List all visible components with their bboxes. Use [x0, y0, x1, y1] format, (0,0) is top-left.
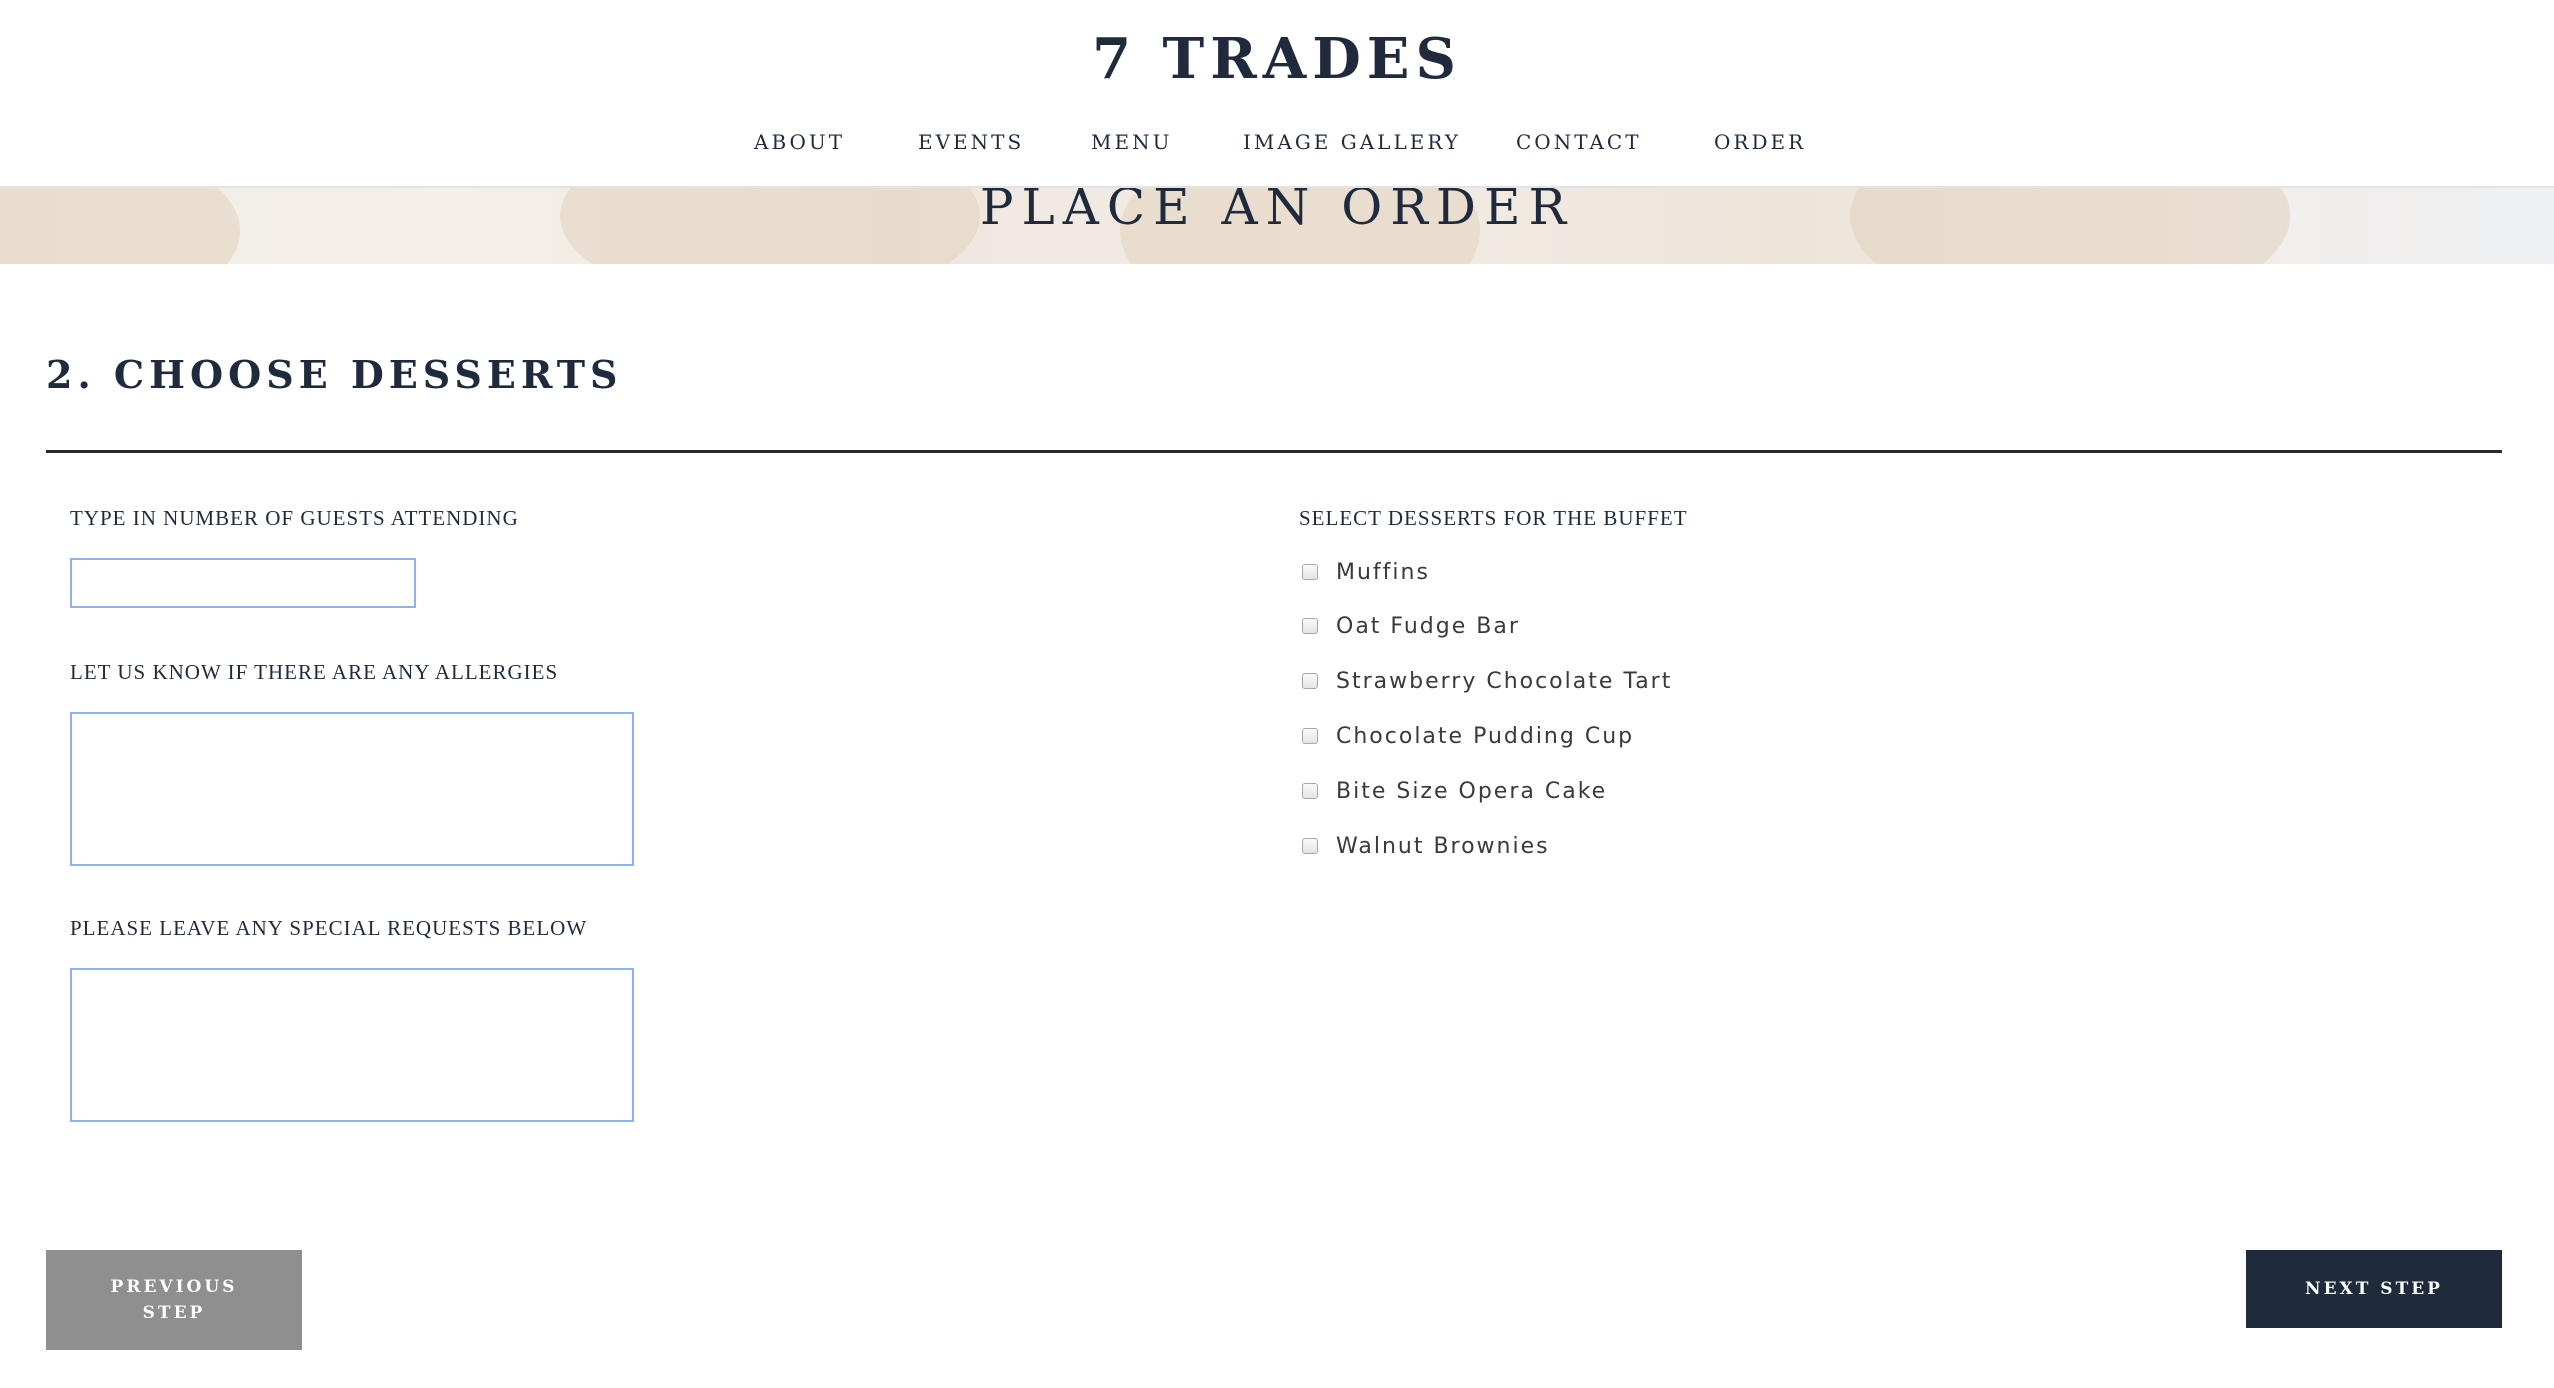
- requests-label: PLEASE LEAVE ANY SPECIAL REQUESTS BELOW: [70, 916, 588, 940]
- page-title: PLACE AN ORDER: [979, 186, 1575, 236]
- checkbox[interactable]: [1302, 564, 1318, 580]
- previous-step-button[interactable]: PREVIOUS STEP: [46, 1250, 302, 1350]
- next-step-button[interactable]: NEXT STEP: [2246, 1250, 2502, 1328]
- dessert-option-label: Walnut Brownies: [1336, 833, 1550, 859]
- dessert-option-label: Bite Size Opera Cake: [1336, 778, 1608, 804]
- dessert-option-chocolate-pudding-cup[interactable]: Chocolate Pudding Cup: [1302, 721, 1634, 751]
- section-divider: [46, 450, 2502, 453]
- dessert-option-bite-size-opera-cake[interactable]: Bite Size Opera Cake: [1302, 776, 1607, 806]
- hero-banner: PLACE AN ORDER: [0, 186, 2554, 264]
- checkbox[interactable]: [1302, 783, 1318, 799]
- site-header: 7 TRADES ABOUT EVENTS MENU IMAGE GALLERY…: [0, 0, 2554, 188]
- dessert-option-label: Chocolate Pudding Cup: [1336, 723, 1635, 749]
- guests-label: TYPE IN NUMBER OF GUESTS ATTENDING: [70, 506, 519, 530]
- dessert-option-walnut-brownies[interactable]: Walnut Brownies: [1302, 831, 1550, 861]
- dessert-option-label: Strawberry Chocolate Tart: [1336, 668, 1673, 694]
- dessert-option-label: Oat Fudge Bar: [1336, 613, 1520, 639]
- allergies-textarea[interactable]: [70, 712, 634, 866]
- nav-menu[interactable]: MENU: [1091, 130, 1172, 154]
- dessert-option-strawberry-chocolate-tart[interactable]: Strawberry Chocolate Tart: [1302, 666, 1672, 696]
- nav-order[interactable]: ORDER: [1714, 130, 1806, 154]
- allergies-label: LET US KNOW IF THERE ARE ANY ALLERGIES: [70, 660, 559, 684]
- checkbox[interactable]: [1302, 838, 1318, 854]
- nav-about[interactable]: ABOUT: [754, 130, 845, 154]
- guests-count-input[interactable]: [70, 558, 416, 608]
- nav-events[interactable]: EVENTS: [918, 130, 1024, 154]
- dessert-option-label: Muffins: [1336, 559, 1430, 585]
- checkbox[interactable]: [1302, 618, 1318, 634]
- nav-contact[interactable]: CONTACT: [1516, 130, 1642, 154]
- checkbox[interactable]: [1302, 673, 1318, 689]
- desserts-label: SELECT DESSERTS FOR THE BUFFET: [1299, 506, 1688, 530]
- step-heading: 2. CHOOSE DESSERTS: [46, 352, 623, 397]
- checkbox[interactable]: [1302, 728, 1318, 744]
- main-nav: ABOUT EVENTS MENU IMAGE GALLERY CONTACT …: [0, 130, 2554, 162]
- previous-step-label: PREVIOUS STEP: [110, 1277, 238, 1323]
- dessert-option-muffins[interactable]: Muffins: [1302, 557, 1430, 587]
- next-step-label: NEXT STEP: [2305, 1279, 2443, 1299]
- special-requests-textarea[interactable]: [70, 968, 634, 1122]
- site-logo[interactable]: 7 TRADES: [0, 26, 2554, 92]
- dessert-option-oat-fudge-bar[interactable]: Oat Fudge Bar: [1302, 611, 1520, 641]
- nav-image-gallery[interactable]: IMAGE GALLERY: [1243, 130, 1461, 154]
